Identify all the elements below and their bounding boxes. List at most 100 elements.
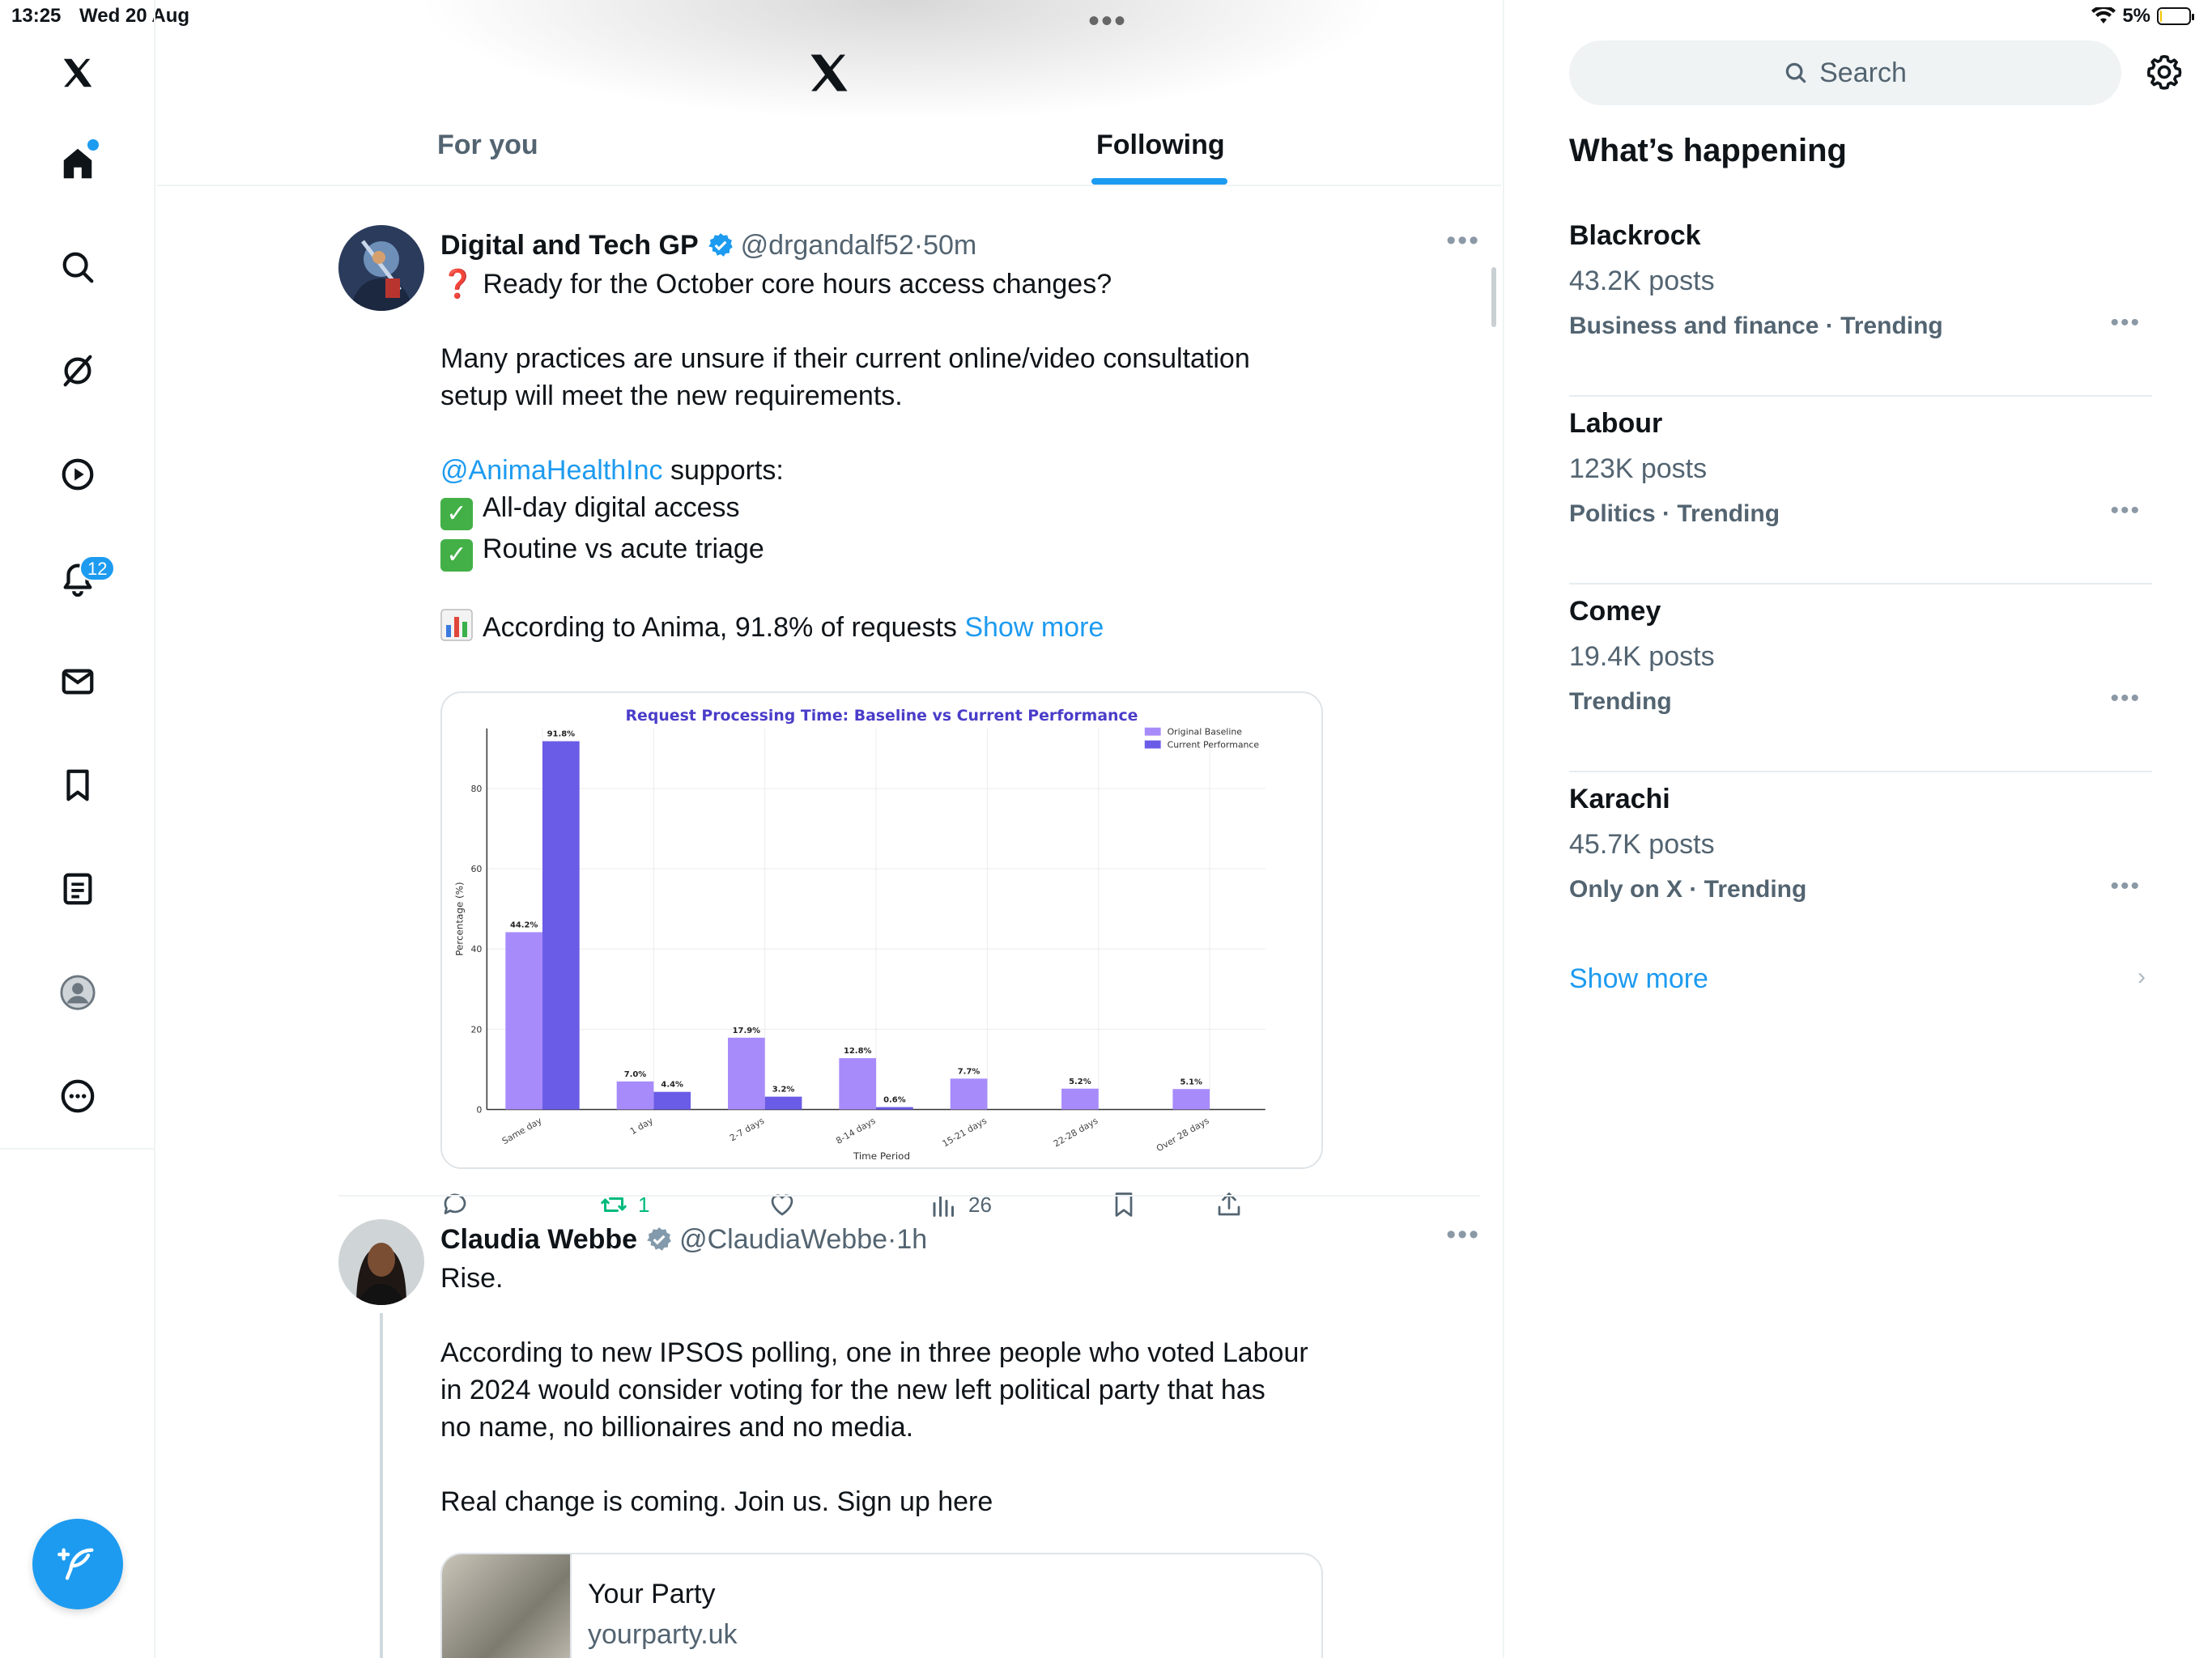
post-header: Claudia Webbe @ClaudiaWebbe · 1h <box>440 1219 927 1260</box>
bar-baseline <box>728 1037 765 1110</box>
post-chart-image[interactable]: Request Processing Time: Baseline vs Cur… <box>440 691 1323 1169</box>
mention-link[interactable]: @AnimaHealthInc <box>440 455 663 486</box>
post-handle[interactable]: @drgandalf52 <box>741 230 914 261</box>
trend-item[interactable]: Labour 123K posts Politics · Trending ••… <box>1569 397 2152 585</box>
bar-value-label: 3.2% <box>772 1086 795 1095</box>
bar-value-label: 4.4% <box>661 1081 683 1090</box>
trend-count: 43.2K posts <box>1569 266 1715 296</box>
link-card-title: Your Party <box>588 1579 716 1609</box>
y-tick-label: 20 <box>470 1024 482 1035</box>
bar-value-label: 17.9% <box>733 1027 760 1035</box>
post-more-icon[interactable]: ••• <box>1446 1219 1480 1251</box>
trend-meta: Business and finance · Trending <box>1569 312 1943 339</box>
x-tick-label: Over 28 days <box>1155 1116 1211 1154</box>
messages-icon[interactable] <box>53 657 102 706</box>
check-emoji-icon: ✓ <box>440 498 473 530</box>
explore-icon[interactable] <box>53 243 102 291</box>
trend-name: Comey <box>1569 596 1661 627</box>
x-tick-label: 22-28 days <box>1052 1116 1100 1150</box>
post-line: ❓ Ready for the October core hours access… <box>440 266 1331 303</box>
trend-count: 45.7K posts <box>1569 829 1715 860</box>
post-more-icon[interactable]: ••• <box>1446 225 1480 257</box>
avatar[interactable] <box>338 1219 424 1305</box>
trend-more-icon[interactable]: ••• <box>2110 873 2141 900</box>
post-author[interactable]: Digital and Tech GP <box>440 230 699 261</box>
post-line-blank <box>440 414 1331 452</box>
post-time[interactable]: 1h <box>896 1224 927 1256</box>
y-axis-label: Percentage (%) <box>454 882 466 955</box>
post[interactable]: Claudia Webbe @ClaudiaWebbe · 1h ••• Ris… <box>338 1219 1480 1658</box>
tab-for-you[interactable]: For you <box>437 130 538 161</box>
x-axis-label: Time Period <box>853 1150 910 1162</box>
link-card[interactable]: Your Party yourparty.uk <box>440 1553 1323 1658</box>
y-tick-label: 40 <box>470 944 482 954</box>
bar-current <box>542 741 580 1110</box>
bar-baseline <box>950 1078 988 1110</box>
more-icon[interactable] <box>53 1072 102 1120</box>
post-time-separator: · <box>887 1223 897 1255</box>
post-line: in 2024 would consider voting for the ne… <box>440 1375 1266 1405</box>
y-tick-label: 60 <box>470 864 482 874</box>
trend-meta: Politics · Trending <box>1569 500 1780 527</box>
x-logo-icon[interactable] <box>53 49 102 97</box>
chart-title: Request Processing Time: Baseline vs Cur… <box>626 707 1138 725</box>
post-line-blank <box>440 572 1331 609</box>
bar-baseline <box>616 1081 654 1110</box>
grok-icon[interactable] <box>53 346 102 395</box>
timeline-header: ••• For you Following <box>157 0 1501 186</box>
nav-rail: 12 <box>0 0 155 1658</box>
bar-current <box>653 1091 691 1110</box>
bar-value-label: 12.8% <box>844 1047 871 1056</box>
y-tick-label: 0 <box>476 1104 482 1115</box>
post[interactable]: Digital and Tech GP @drgandalf52 · 50m •… <box>338 225 1480 1217</box>
legend-swatch <box>1144 740 1161 749</box>
trend-more-icon[interactable]: ••• <box>2110 309 2141 337</box>
compose-button[interactable] <box>32 1519 123 1609</box>
gear-icon[interactable] <box>2146 53 2183 91</box>
multitask-handle[interactable]: ••• <box>1088 3 1127 40</box>
post-author[interactable]: Claudia Webbe <box>440 1224 637 1256</box>
post-line-blank <box>440 1297 1331 1334</box>
bookmarks-icon[interactable] <box>53 761 102 810</box>
verified-badge-icon <box>708 233 733 257</box>
trend-item[interactable]: Karachi 45.7K posts Only on X · Trending… <box>1569 772 2152 960</box>
video-icon[interactable] <box>53 450 102 499</box>
tab-following[interactable]: Following <box>1096 130 1225 161</box>
trend-item[interactable]: Blackrock 43.2K posts Business and finan… <box>1569 209 2152 397</box>
chevron-right-icon[interactable]: › <box>2138 963 2146 991</box>
post-handle[interactable]: @ClaudiaWebbe <box>679 1224 887 1256</box>
verified-badge-icon <box>647 1227 671 1251</box>
search-input[interactable]: Search <box>1569 40 2121 105</box>
bar-chart: Request Processing Time: Baseline vs Cur… <box>454 707 1266 1162</box>
profile-avatar-icon[interactable] <box>53 968 102 1017</box>
notifications-badge: 12 <box>79 555 116 581</box>
post-line: ✓ Routine vs acute triage <box>440 530 1331 572</box>
search-placeholder: Search <box>1819 57 1907 88</box>
x-logo-icon[interactable] <box>805 49 853 97</box>
trend-more-icon[interactable]: ••• <box>2110 497 2141 525</box>
show-more-link[interactable]: Show more <box>964 612 1104 643</box>
post-line: @AnimaHealthInc supports: <box>440 452 1331 489</box>
lists-icon[interactable] <box>53 865 102 913</box>
scrollbar[interactable] <box>1491 267 1496 327</box>
link-card-domain: yourparty.uk <box>588 1619 738 1650</box>
bar-baseline <box>505 932 543 1110</box>
avatar[interactable] <box>338 225 424 311</box>
post-line-text: According to Anima, 91.8% of requests <box>483 612 957 643</box>
tab-following-indicator <box>1091 178 1227 185</box>
section-title: What’s happening <box>1569 133 1847 168</box>
show-more-trends-link[interactable]: Show more <box>1569 963 1708 995</box>
timeline: ••• For you Following Digital and Tech G… <box>157 0 1501 1658</box>
trend-item[interactable]: Comey 19.4K posts Trending ••• <box>1569 585 2152 772</box>
bar-current <box>876 1107 913 1110</box>
x-tick-label: 8-14 days <box>834 1116 878 1146</box>
post-time[interactable]: 50m <box>923 230 976 261</box>
bar-current <box>764 1096 802 1110</box>
post-text: Rise. According to new IPSOS polling, on… <box>440 1260 1331 1520</box>
post-header: Digital and Tech GP @drgandalf52 · 50m <box>440 225 976 266</box>
trend-more-icon[interactable]: ••• <box>2110 685 2141 712</box>
x-tick-label: 2-7 days <box>728 1116 766 1144</box>
post-divider <box>338 1195 1480 1197</box>
x-tick-label: 1 day <box>628 1115 655 1137</box>
post-text: ❓ Ready for the October core hours access… <box>440 266 1331 646</box>
